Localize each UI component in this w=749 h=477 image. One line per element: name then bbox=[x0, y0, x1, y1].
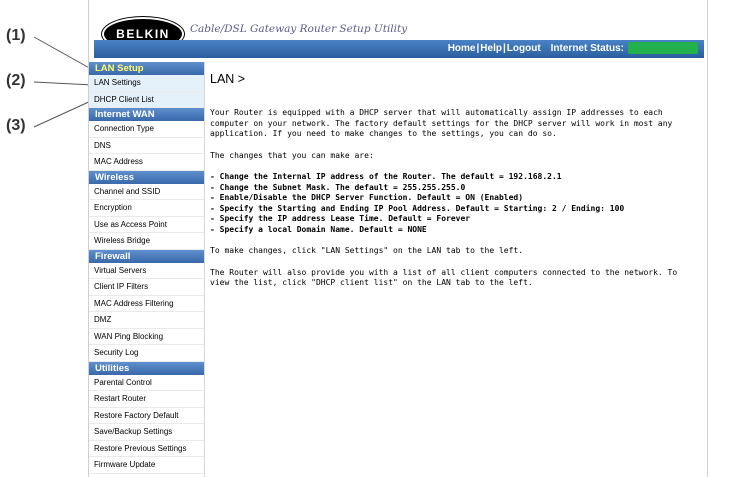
sidebar-item-dmz[interactable]: DMZ bbox=[89, 312, 204, 329]
logo-text: BELKIN bbox=[116, 27, 170, 41]
sidebar-section-wireless: Wireless bbox=[89, 170, 204, 184]
sidebar-item-security-log[interactable]: Security Log bbox=[89, 345, 204, 362]
sidebar-item-restore-previous-settings[interactable]: Restore Previous Settings bbox=[89, 441, 204, 457]
sidebar-nav: LAN Setup LAN Settings DHCP Client List Int… bbox=[89, 62, 205, 477]
link-separator: | bbox=[502, 42, 506, 54]
change-item: - Enable/Disable the DHCP Server Functio… bbox=[210, 193, 524, 202]
callout-line-1 bbox=[33, 36, 94, 71]
intro-paragraph: Your Router is equipped with a DHCP serv… bbox=[210, 108, 673, 138]
change-item: - Change the Subnet Mask. The default = … bbox=[210, 182, 466, 192]
top-nav-links: Home | Help | Logout Internet Status: bbox=[448, 42, 698, 54]
logout-link[interactable]: Logout bbox=[507, 43, 541, 54]
sidebar-item-client-ip-filters[interactable]: Client IP Filters bbox=[89, 279, 204, 296]
app-title: Cable/DSL Gateway Router Setup Utility bbox=[190, 23, 408, 35]
sidebar-item-firmware-update[interactable]: Firmware Update bbox=[89, 457, 204, 474]
changes-intro: The changes that you can make are: bbox=[210, 150, 374, 160]
sidebar-item-parental-control[interactable]: Parental Control bbox=[89, 375, 204, 391]
internet-status-label: Internet Status: bbox=[550, 42, 624, 54]
sidebar-item-encryption[interactable]: Encryption bbox=[89, 200, 204, 217]
sidebar-item-mac-address[interactable]: MAC Address bbox=[89, 154, 204, 171]
sidebar-item-system-settings[interactable]: System Settings bbox=[89, 474, 204, 477]
sidebar-item-virtual-servers[interactable]: Virtual Servers bbox=[89, 263, 204, 279]
sidebar-section-utilities: Utilities bbox=[89, 361, 204, 375]
help-link[interactable]: Help bbox=[480, 43, 502, 54]
change-item: - Specify the IP address Lease Time. Def… bbox=[210, 214, 471, 223]
sidebar-item-restart-router[interactable]: Restart Router bbox=[89, 391, 204, 408]
sidebar-item-wireless-bridge[interactable]: Wireless Bridge bbox=[89, 233, 204, 250]
home-link[interactable]: Home bbox=[448, 43, 476, 54]
sidebar-section-firewall: Firewall bbox=[89, 249, 204, 263]
sidebar-item-save-backup-settings[interactable]: Save/Backup Settings bbox=[89, 424, 204, 441]
sidebar-section-internet-wan: Internet WAN bbox=[89, 108, 204, 121]
sidebar-item-channel-and-ssid[interactable]: Channel and SSID bbox=[89, 184, 204, 200]
sidebar-item-lan-settings[interactable]: LAN Settings bbox=[89, 75, 204, 92]
changes-list: - Change the Internal IP address of the … bbox=[210, 172, 700, 235]
callout-line-2 bbox=[33, 81, 94, 86]
sidebar-section-lan-setup: LAN Setup bbox=[89, 62, 204, 75]
sidebar-item-mac-address-filtering[interactable]: MAC Address Filtering bbox=[89, 296, 204, 312]
top-nav-bar: Home | Help | Logout Internet Status: bbox=[94, 40, 704, 58]
sidebar-item-wan-ping-blocking[interactable]: WAN Ping Blocking bbox=[89, 329, 204, 345]
sidebar-item-dhcp-client-list[interactable]: DHCP Client List bbox=[89, 91, 204, 108]
client-list-note: The Router will also provide you with a … bbox=[210, 267, 678, 288]
sidebar-item-restore-factory-default[interactable]: Restore Factory Default bbox=[89, 408, 204, 424]
change-item: - Change the Internal IP address of the … bbox=[210, 172, 562, 181]
change-item: - Specify a local Domain Name. Default =… bbox=[210, 224, 427, 234]
sidebar-item-connection-type[interactable]: Connection Type bbox=[89, 121, 204, 138]
sidebar-item-dns[interactable]: DNS bbox=[89, 138, 204, 154]
sidebar-item-use-as-access-point[interactable]: Use as Access Point bbox=[89, 217, 204, 233]
main-content: LAN > Your Router is equipped with a DHC… bbox=[210, 72, 700, 300]
change-item: - Specify the Starting and Ending IP Poo… bbox=[210, 203, 625, 213]
internet-status-indicator bbox=[628, 42, 698, 54]
router-setup-window: BELKIN Cable/DSL Gateway Router Setup Ut… bbox=[88, 0, 708, 477]
link-separator: | bbox=[476, 42, 480, 54]
instruction-text: To make changes, click "LAN Settings" on… bbox=[210, 246, 524, 255]
page-title: LAN > bbox=[210, 72, 246, 86]
callout-line-3 bbox=[33, 99, 94, 128]
